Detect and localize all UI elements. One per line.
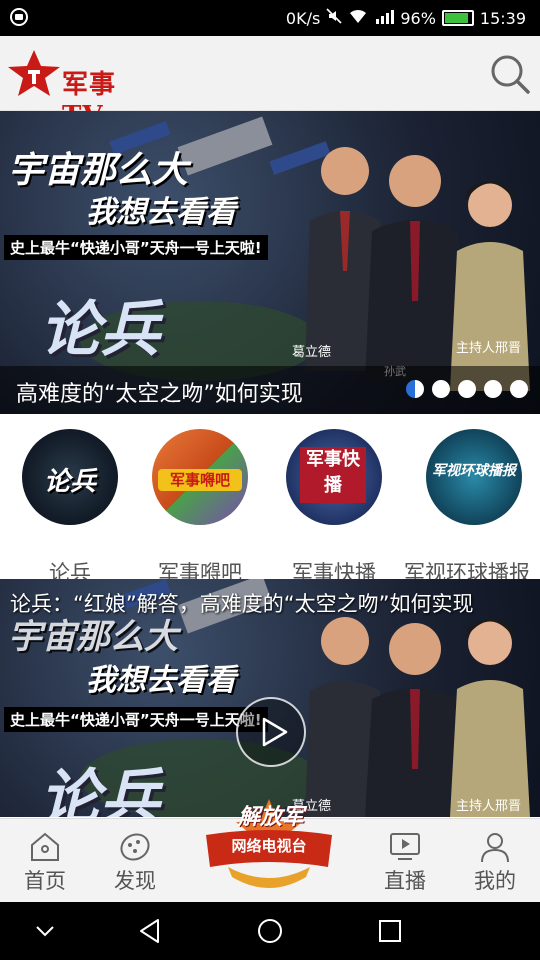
channel-icon-deba: 军事嘚吧 bbox=[152, 429, 248, 525]
pla-tv-subtitle: 网络电视台 bbox=[231, 837, 307, 855]
home-icon bbox=[31, 832, 59, 861]
channel-icon-huanqiu: 军视环球播报 bbox=[426, 429, 522, 525]
nav-home[interactable]: 首页 bbox=[10, 831, 80, 895]
channel-badge: 论兵 bbox=[43, 467, 96, 497]
bottom-nav: 首页 发现 解放军 网络电视台 直播 我的 bbox=[0, 799, 540, 903]
app-header: 军事TV bbox=[0, 36, 540, 131]
battery-percent: 96% bbox=[400, 8, 436, 28]
channel-item-lunbing[interactable]: 论兵 论兵 bbox=[0, 429, 140, 585]
banner-carousel[interactable]: 宇宙那么大 我想去看看 史上最牛“快递小哥”天舟一号上天啦! 论兵 葛立德 孙武… bbox=[0, 111, 540, 414]
channel-badge: 军视环球播报 bbox=[432, 463, 516, 479]
poster-subheadline: 我想去看看 bbox=[86, 195, 236, 230]
banner-caption-bar: 高难度的“太空之吻”如何实现 bbox=[0, 366, 540, 414]
signal-4g-icon bbox=[374, 8, 395, 28]
host-name: 主持人邢晋 bbox=[456, 341, 522, 356]
nav-discover-label: 发现 bbox=[114, 869, 156, 893]
video-host-figure bbox=[450, 619, 530, 817]
app-notification-icon bbox=[10, 8, 28, 30]
back-icon[interactable] bbox=[136, 916, 166, 946]
search-icon bbox=[491, 55, 530, 94]
poster-brand: 论兵 bbox=[40, 295, 160, 365]
carousel-dot[interactable] bbox=[484, 380, 502, 398]
play-icon bbox=[262, 717, 288, 747]
channel-badge: 军事嘚吧 bbox=[158, 469, 242, 491]
pla-tv-button[interactable]: 解放军 网络电视台 bbox=[198, 797, 340, 901]
app-logo[interactable]: 军事TV bbox=[4, 48, 154, 131]
host-figure bbox=[450, 181, 530, 391]
video-host-name: 主持人邢晋 bbox=[456, 799, 522, 814]
video-card[interactable]: 宇宙那么大 我想去看看 史上最牛“快递小哥”天舟一号上天啦! 论兵 葛立德 主持… bbox=[0, 579, 540, 817]
video-poster-brand: 论兵 bbox=[40, 763, 160, 817]
carousel-dot[interactable] bbox=[458, 380, 476, 398]
tv-icon bbox=[390, 833, 420, 860]
channel-icon-lunbing: 论兵 bbox=[22, 429, 118, 525]
channel-badge: 军事快播 bbox=[300, 447, 366, 503]
carousel-dot[interactable] bbox=[510, 380, 528, 398]
mute-icon bbox=[326, 8, 342, 28]
video-title: 论兵：“红娘”解答，高难度的“太空之吻”如何实现 bbox=[10, 592, 474, 616]
discover-icon bbox=[120, 833, 150, 861]
search-button[interactable] bbox=[488, 52, 532, 96]
wifi-icon bbox=[348, 8, 368, 28]
channel-item-kuaibo[interactable]: 军事快播 军事快播 bbox=[264, 429, 404, 585]
nav-discover[interactable]: 发现 bbox=[100, 831, 170, 895]
recents-icon[interactable] bbox=[375, 916, 405, 946]
pla-tv-title: 解放军 bbox=[237, 805, 304, 830]
nav-live[interactable]: 直播 bbox=[370, 831, 440, 895]
carousel-dot[interactable] bbox=[406, 380, 424, 398]
nav-mine-label: 我的 bbox=[474, 869, 516, 893]
carousel-indicator bbox=[406, 380, 528, 398]
network-speed: 0K/s bbox=[285, 8, 321, 28]
home-circle-icon[interactable] bbox=[255, 916, 285, 946]
channel-item-huanqiu[interactable]: 军视环球播报 军视环球播报 bbox=[404, 429, 540, 585]
poster-tagline: 史上最牛“快递小哥”天舟一号上天啦! bbox=[4, 235, 268, 260]
nav-mine[interactable]: 我的 bbox=[460, 831, 530, 895]
play-button[interactable] bbox=[236, 697, 306, 767]
star-logo-icon bbox=[8, 50, 60, 96]
video-poster-subheadline: 我想去看看 bbox=[86, 663, 236, 698]
banner-caption: 高难度的“太空之吻”如何实现 bbox=[16, 382, 303, 407]
system-nav-bar bbox=[0, 902, 540, 960]
battery-icon bbox=[441, 10, 474, 26]
clock: 15:39 bbox=[479, 8, 526, 28]
status-bar: 0K/s 96% 15:39 bbox=[0, 0, 540, 36]
nav-live-label: 直播 bbox=[384, 869, 426, 893]
video-poster-tagline: 史上最牛“快递小哥”天舟一号上天啦! bbox=[4, 707, 268, 732]
channel-row: 论兵 论兵 军事嘚吧 军事嘚吧 军事快播 军事快播 军视环球播报 军视环球播报 bbox=[0, 415, 540, 585]
user-icon bbox=[481, 833, 509, 863]
battery-level bbox=[444, 13, 468, 23]
collapse-icon[interactable] bbox=[30, 916, 60, 946]
carousel-dot[interactable] bbox=[432, 380, 450, 398]
channel-item-deba[interactable]: 军事嘚吧 军事嘚吧 bbox=[130, 429, 270, 585]
guest-name: 葛立德 bbox=[292, 345, 332, 360]
nav-home-label: 首页 bbox=[24, 869, 66, 893]
channel-icon-kuaibo: 军事快播 bbox=[286, 429, 382, 525]
poster-headline: 宇宙那么大 bbox=[8, 150, 189, 191]
